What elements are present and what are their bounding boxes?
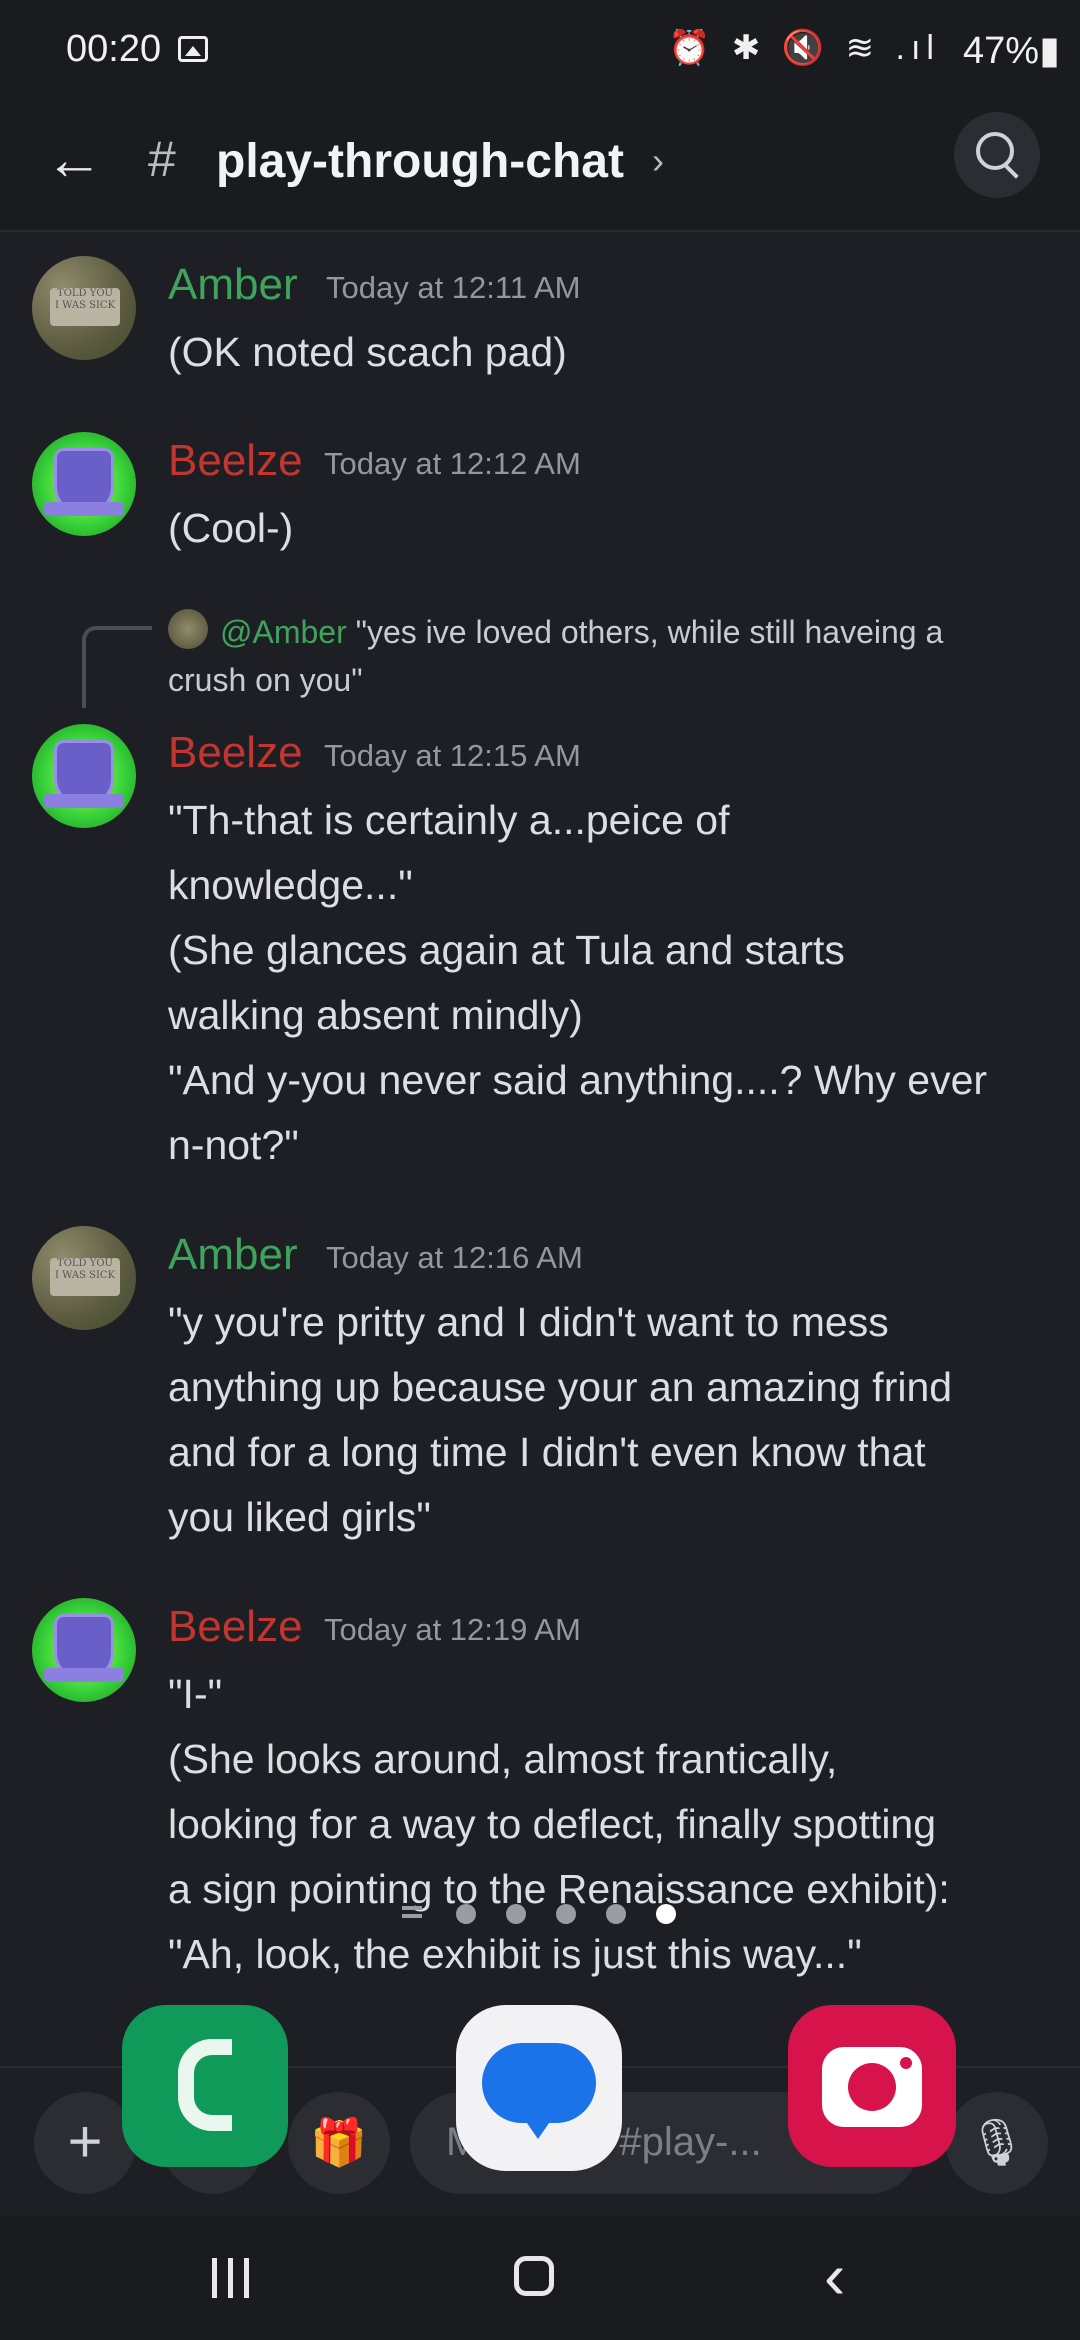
status-time: 00:20 — [66, 28, 162, 70]
message-content: (OK noted scach pad) — [168, 329, 567, 375]
reply-mention[interactable]: @Amber — [220, 614, 347, 650]
message-author[interactable]: Beelze — [168, 728, 303, 778]
avatar[interactable] — [32, 1598, 136, 1702]
reply-preview[interactable]: @Amber "yes ive loved others, while stil… — [168, 608, 1028, 704]
message-author[interactable]: Amber — [168, 260, 298, 310]
message-author[interactable]: Amber — [168, 1230, 298, 1280]
page-indicator — [402, 1900, 692, 1930]
chevron-right-icon[interactable]: › — [652, 140, 664, 182]
avatar[interactable]: TOLD YOU I WAS SICK — [32, 256, 136, 360]
search-icon — [976, 132, 1014, 170]
message-timestamp: Today at 12:16 AM — [326, 1240, 583, 1275]
microphone-button[interactable]: 🎙 — [946, 2092, 1048, 2194]
camera-app-icon[interactable] — [788, 2005, 956, 2167]
message-content: (Cool-) — [168, 505, 294, 551]
plus-icon: + — [67, 2108, 103, 2175]
avatar[interactable] — [32, 724, 136, 828]
messages-app-icon[interactable] — [456, 2005, 622, 2171]
gallery-notification-icon — [178, 36, 208, 62]
menu-indicator-icon — [402, 1906, 422, 1910]
message-content: "Th-that is certainly a...peice of knowl… — [168, 797, 988, 1168]
message-content: "y you're pritty and I didn't want to me… — [168, 1299, 953, 1540]
message-timestamp: Today at 12:15 AM — [324, 738, 581, 773]
reply-connector — [82, 626, 152, 708]
message-timestamp: Today at 12:19 AM — [324, 1612, 581, 1647]
channel-header: ← # play-through-chat › — [0, 100, 1080, 232]
microphone-icon: 🎙 — [967, 2116, 1027, 2168]
avatar[interactable] — [32, 432, 136, 536]
channel-hash-icon: # — [148, 131, 176, 187]
avatar[interactable]: TOLD YOU I WAS SICK — [32, 1226, 136, 1330]
page-dot — [556, 1904, 576, 1924]
arrow-left-icon[interactable]: ← — [44, 130, 104, 190]
message-timestamp: Today at 12:12 AM — [324, 446, 581, 481]
page-dot — [606, 1904, 626, 1924]
search-button[interactable] — [954, 112, 1040, 198]
status-bar: 00:20 ⏰ ✱ 🔇 ≋ .ıl 47%▮ — [0, 0, 1080, 100]
system-status-icons: ⏰ ✱ 🔇 ≋ .ıl — [668, 29, 940, 67]
message-author[interactable]: Beelze — [168, 436, 303, 486]
gift-button[interactable]: 🎁 — [288, 2092, 390, 2194]
battery-level: 47%▮ — [963, 30, 1060, 72]
page-dot-active — [656, 1904, 676, 1924]
channel-name[interactable]: play-through-chat — [216, 134, 624, 189]
add-attachment-button[interactable]: + — [34, 2092, 136, 2194]
message-content: "I-" (She looks around, almost frantical… — [168, 1671, 950, 1977]
home-icon[interactable] — [514, 2256, 554, 2296]
recents-icon[interactable] — [212, 2258, 252, 2298]
page-dot — [456, 1904, 476, 1924]
back-chevron-icon[interactable]: ‹ — [824, 2244, 845, 2308]
page-dot — [506, 1904, 526, 1924]
message-timestamp: Today at 12:11 AM — [326, 270, 581, 305]
system-navigation-bar: ‹ — [0, 2216, 1080, 2340]
message-author[interactable]: Beelze — [168, 1602, 303, 1652]
phone-app-icon[interactable] — [122, 2005, 288, 2167]
gift-icon: 🎁 — [310, 2116, 368, 2168]
